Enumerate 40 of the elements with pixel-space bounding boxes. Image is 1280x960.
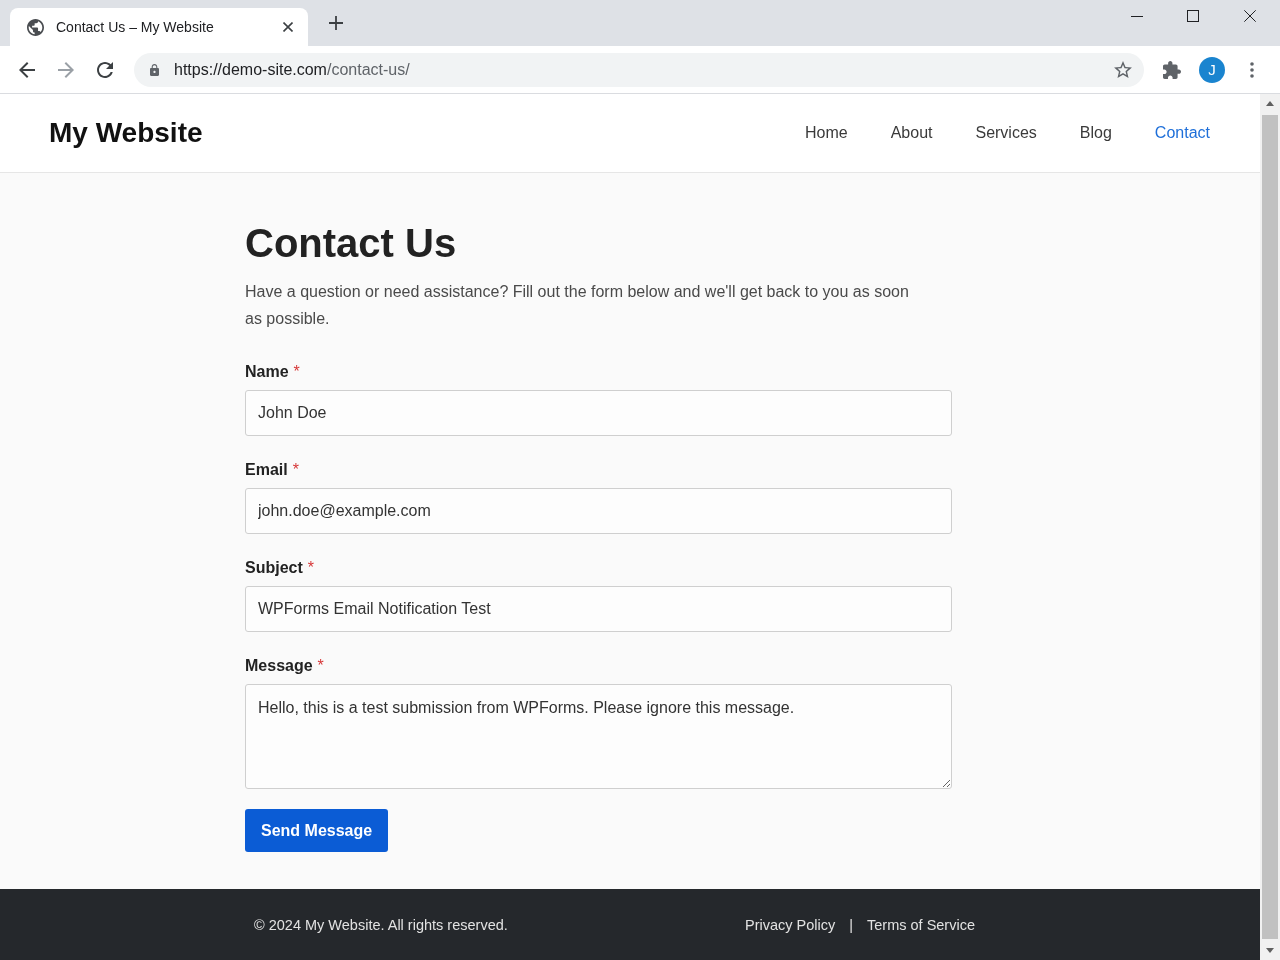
nav-link[interactable]: About bbox=[890, 124, 933, 142]
nav-link[interactable]: Services bbox=[975, 124, 1037, 142]
minimize-icon[interactable] bbox=[1131, 15, 1143, 17]
star-icon[interactable] bbox=[1114, 61, 1132, 78]
close-icon[interactable] bbox=[1244, 10, 1256, 22]
send-message-button[interactable]: Send Message bbox=[245, 809, 389, 852]
menu-icon[interactable] bbox=[1250, 61, 1254, 78]
field-label: Subject * bbox=[245, 558, 315, 578]
message-field[interactable]: Hello, this is a test submission from WPForms. Please ignore this message. bbox=[245, 684, 952, 789]
address-bar[interactable]: https://demo-site.com/contact-us/ bbox=[134, 52, 1144, 87]
scrollbar[interactable] bbox=[1260, 94, 1280, 960]
site-logo[interactable]: My Website bbox=[49, 117, 203, 149]
close-icon[interactable] bbox=[283, 22, 293, 32]
left-arrow-icon[interactable] bbox=[19, 61, 35, 78]
scrollbar-thumb[interactable] bbox=[1262, 115, 1278, 939]
field-label: Email * bbox=[245, 460, 299, 480]
nav-link[interactable]: Contact bbox=[1154, 124, 1210, 142]
field-label: Message * bbox=[245, 656, 324, 676]
plus-icon[interactable] bbox=[329, 16, 343, 30]
page-title: Contact Us bbox=[245, 220, 458, 267]
browser-tab[interactable]: Contact Us – My Website bbox=[10, 8, 308, 46]
nav-link[interactable]: Blog bbox=[1079, 124, 1112, 142]
input-field[interactable]: WPForms Email Notification Test bbox=[245, 586, 952, 632]
intro-text: Have a question or need assistance? Fill out the form below and we'll get back to you as soon as possible. bbox=[245, 282, 910, 329]
triangle-down-icon[interactable] bbox=[1266, 948, 1274, 953]
maximize-icon[interactable] bbox=[1187, 10, 1199, 22]
field-label: Name * bbox=[245, 362, 300, 382]
profile-avatar[interactable]: J bbox=[1199, 56, 1225, 83]
link-separator: | bbox=[849, 916, 853, 933]
puzzle-piece-icon[interactable] bbox=[1163, 60, 1181, 79]
nav-link[interactable]: Home bbox=[804, 124, 848, 142]
globe-icon bbox=[27, 18, 44, 36]
copyright-text: © 2024 My Website. All rights reserved. bbox=[254, 916, 508, 933]
lock-icon bbox=[150, 63, 159, 76]
input-field[interactable]: john.doe@example.com bbox=[245, 488, 952, 534]
footer-link[interactable]: Privacy Policy bbox=[745, 916, 836, 933]
footer-link[interactable]: Terms of Service bbox=[867, 916, 975, 933]
circular-arrow-icon[interactable] bbox=[97, 61, 113, 78]
input-field[interactable]: John Doe bbox=[245, 390, 952, 436]
triangle-up-icon[interactable] bbox=[1266, 101, 1274, 106]
